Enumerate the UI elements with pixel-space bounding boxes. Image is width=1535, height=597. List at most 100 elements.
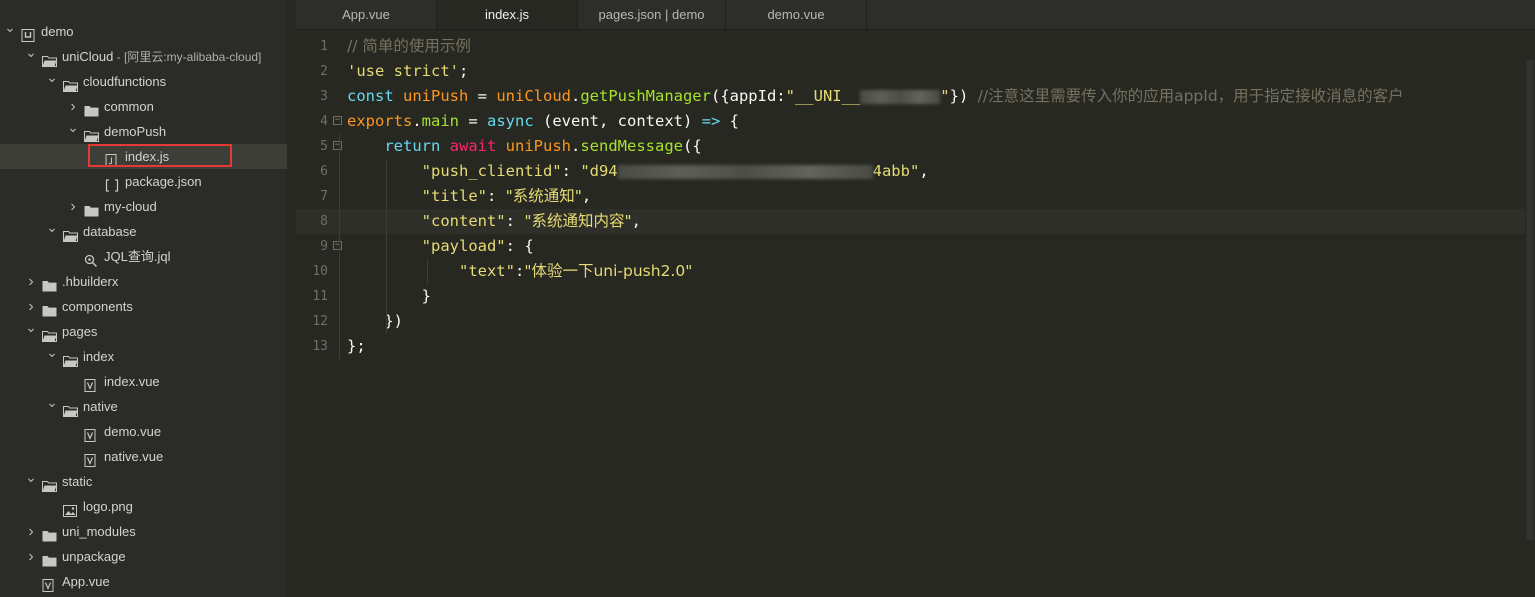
chevron-down-icon[interactable]: ⌄	[25, 315, 37, 340]
chevron-right-icon[interactable]: ›	[25, 544, 37, 569]
code-line[interactable]: 2 'use strict';	[296, 59, 1535, 84]
tree-item[interactable]: › .hbuilderx	[0, 269, 287, 294]
tree-item[interactable]: package.json	[0, 169, 287, 194]
tree-item-name: database	[83, 224, 137, 239]
redacted-text	[617, 164, 873, 179]
tree-item[interactable]: ⌄ demo	[0, 19, 287, 44]
tree-item[interactable]: › my-cloud	[0, 194, 287, 219]
code-token: //注意这里需要传入你的应用appId，用于指定接收消息的客户	[977, 87, 1404, 105]
tree-item[interactable]: logo.png	[0, 494, 287, 519]
folder-open-icon	[63, 75, 78, 92]
folder-icon	[42, 550, 57, 567]
code-text: exports.main = async (event, context) =>…	[347, 109, 739, 134]
tree-item[interactable]: › uni_modules	[0, 519, 287, 544]
folder-open-icon	[63, 225, 78, 242]
tree-item-label: my-cloud	[104, 194, 157, 219]
code-line[interactable]: 9− "payload": {	[296, 234, 1535, 259]
tree-item-label: native	[83, 394, 118, 419]
indent-guide	[386, 159, 387, 334]
folder-open-icon	[42, 475, 57, 492]
code-line[interactable]: 6 "push_clientid": "d94 4abb",	[296, 159, 1535, 184]
tree-item-name: demoPush	[104, 124, 167, 139]
tree-item-label: .hbuilderx	[62, 269, 118, 294]
tree-item-label: components	[62, 294, 133, 319]
tree-item[interactable]: ⌄ static	[0, 469, 287, 494]
tree-item-name: demo	[41, 24, 74, 39]
editor-tab[interactable]: pages.json | demo	[578, 0, 726, 29]
chevron-right-icon[interactable]: ›	[25, 269, 37, 294]
tree-item[interactable]: › components	[0, 294, 287, 319]
editor-tabbar: App.vue index.js pages.json | demo demo.vue	[296, 0, 1535, 30]
tree-item[interactable]: App.vue	[0, 569, 287, 594]
code-token: =	[468, 87, 497, 105]
fold-toggle-icon[interactable]: −	[333, 241, 342, 250]
folder-open-icon	[42, 50, 57, 67]
tree-item[interactable]: ⌄ pages	[0, 319, 287, 344]
tree-item[interactable]: native.vue	[0, 444, 287, 469]
chevron-down-icon[interactable]: ⌄	[46, 390, 58, 415]
chevron-down-icon[interactable]: ⌄	[25, 465, 37, 490]
tree-item[interactable]: ⌄ index	[0, 344, 287, 369]
tree-item[interactable]: ⌄ database	[0, 219, 287, 244]
code-text: return await uniPush.sendMessage({	[347, 134, 701, 159]
folder-icon	[42, 300, 57, 317]
code-token: await	[449, 137, 506, 155]
code-line[interactable]: 11 }	[296, 284, 1535, 309]
chevron-right-icon[interactable]: ›	[25, 519, 37, 544]
code-line[interactable]: 7 "title": "系统通知",	[296, 184, 1535, 209]
code-line[interactable]: 13};	[296, 334, 1535, 359]
tree-item[interactable]: demo.vue	[0, 419, 287, 444]
chevron-down-icon[interactable]: ⌄	[46, 215, 58, 240]
tree-item[interactable]: › unpackage	[0, 544, 287, 569]
chevron-right-icon[interactable]: ›	[67, 194, 79, 219]
code-line[interactable]: 8 "content": "系统通知内容",	[296, 209, 1535, 234]
code-line[interactable]: 5− return await uniPush.sendMessage({	[296, 134, 1535, 159]
editor-tab[interactable]: index.js	[437, 0, 578, 29]
tree-item-name: index.vue	[104, 374, 160, 389]
vertical-scrollbar[interactable]	[1525, 60, 1535, 540]
tree-item[interactable]: ⌄ demoPush	[0, 119, 287, 144]
line-number: 8	[320, 214, 328, 229]
fold-toggle-icon[interactable]: −	[333, 116, 342, 125]
line-number: 4	[320, 114, 328, 129]
tree-item[interactable]: ⌄ native	[0, 394, 287, 419]
chevron-down-icon[interactable]: ⌄	[46, 340, 58, 365]
code-token: ,	[631, 212, 641, 230]
editor-tab[interactable]: demo.vue	[726, 0, 867, 29]
tree-item[interactable]: › common	[0, 94, 287, 119]
tree-item-name: my-cloud	[104, 199, 157, 214]
code-token: ({appId:	[710, 87, 786, 105]
code-token: "d94	[580, 162, 618, 180]
code-line[interactable]: 4− exports.main = async (event, context) …	[296, 109, 1535, 134]
indent-guide	[427, 259, 428, 284]
tree-item-name: native	[83, 399, 118, 414]
tree-item[interactable]: ⌄ cloudfunctions	[0, 69, 287, 94]
line-number: 3	[320, 89, 328, 104]
chevron-down-icon[interactable]: ⌄	[4, 15, 16, 40]
tree-item[interactable]: JQL查询.jql	[0, 244, 287, 269]
chevron-down-icon[interactable]: ⌄	[25, 40, 37, 65]
code-token: "体验一下uni-push2.0"	[524, 262, 693, 280]
tree-item-label: index	[83, 344, 114, 369]
code-line[interactable]: 10 "text":"体验一下uni-push2.0"	[296, 259, 1535, 284]
folder-icon	[84, 200, 99, 217]
tree-item[interactable]: index.vue	[0, 369, 287, 394]
code-editor[interactable]: 1 // 简单的使用示例 2 'use strict'; 3 const uniPush …	[296, 30, 1535, 597]
code-line[interactable]: 1 // 简单的使用示例	[296, 34, 1535, 59]
code-line[interactable]: 3 const uniPush = uniCloud.getPushManager…	[296, 84, 1535, 109]
chevron-down-icon[interactable]: ⌄	[67, 115, 79, 140]
code-line[interactable]: 12 })	[296, 309, 1535, 334]
code-token: main	[421, 112, 459, 130]
code-token: .	[412, 112, 422, 130]
editor-tab[interactable]: App.vue	[296, 0, 437, 29]
chevron-down-icon[interactable]: ⌄	[46, 65, 58, 90]
tree-item-label: demo	[41, 19, 74, 44]
panel-divider[interactable]	[287, 0, 296, 597]
tree-item[interactable]: ⌄ uniCloud - [阿里云:my-alibaba-cloud]	[0, 44, 287, 69]
code-token: uniPush	[505, 137, 571, 155]
indent-guide	[339, 134, 340, 359]
fold-toggle-icon[interactable]: −	[333, 141, 342, 150]
tree-item-name: common	[104, 99, 154, 114]
tree-item-name: unpackage	[62, 549, 126, 564]
